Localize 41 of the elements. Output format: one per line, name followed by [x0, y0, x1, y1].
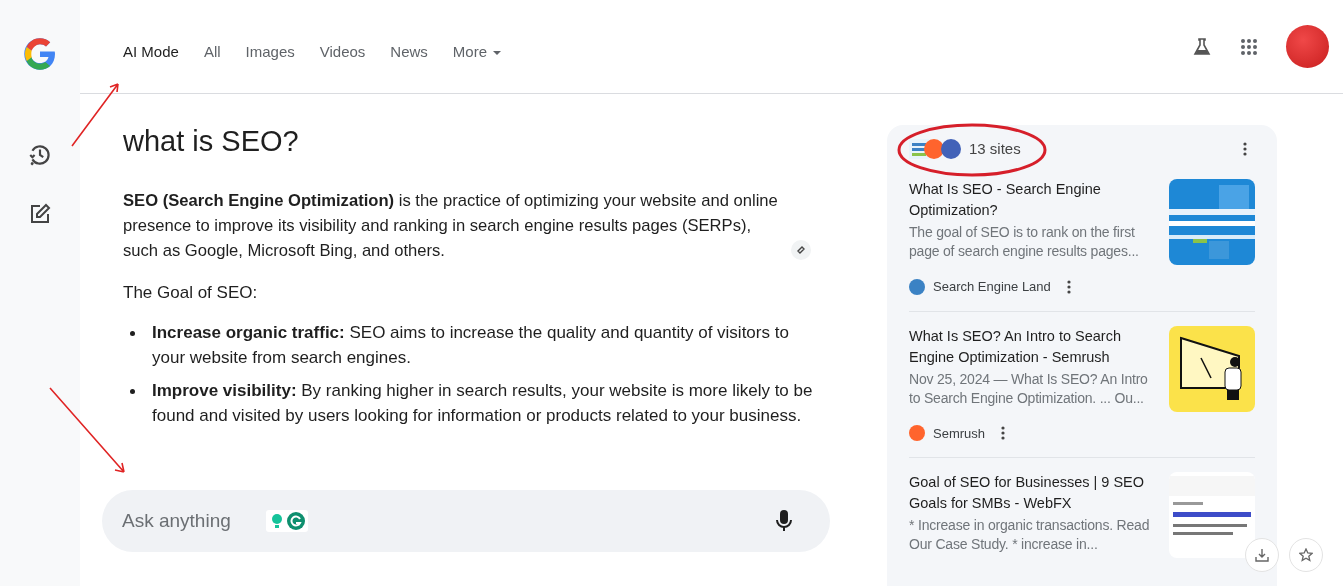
apps-grid-icon[interactable]	[1240, 37, 1258, 56]
bullet-text: Improve visibility: By ranking higher in search results, your website is more likely to be found and visited by users looking for information or products related to your business.	[152, 380, 813, 427]
query-heading: what is SEO?	[123, 124, 300, 158]
avatar[interactable]	[1286, 25, 1329, 68]
history-icon[interactable]	[27, 142, 53, 168]
bullet-icon	[130, 389, 135, 394]
nav-tab[interactable]: Videos	[319, 41, 366, 64]
site-name[interactable]: Search Engine Land	[933, 277, 1051, 297]
section-heading: The Goal of SEO:	[123, 282, 259, 304]
answer-paragraph: SEO (Search Engine Optimization) is the practice of optimizing your website and online presence to improve its visibility and ranking in search engine results pages (SERPs), such as Google, Microsoft Bing, and others.	[123, 190, 779, 262]
favorite-button[interactable]	[1289, 538, 1323, 572]
site-name[interactable]: Semrush	[933, 423, 986, 443]
source-title[interactable]: What Is SEO? An Intro to Search Engine Optimization - Semrush	[909, 325, 1161, 368]
nav-tab[interactable]: AI Mode	[123, 41, 179, 64]
source-snippet: Nov 25, 2024 — What Is SEO? An Intro to Search Engine Optimization. ... Ou...	[909, 369, 1149, 408]
more-options-icon[interactable]	[1243, 142, 1247, 156]
nav-tab[interactable]: All	[203, 41, 221, 64]
more-menu-button[interactable]: More	[452, 41, 502, 64]
site-favicons-icon[interactable]	[909, 137, 963, 161]
source-title[interactable]: Goal of SEO for Businesses | 9 SEO Goals for SMBs - WebFX	[909, 472, 1161, 514]
bullet-text: Increase organic traffic: SEO aims to increase the quality and quantity of visitors to your website from search engines.	[152, 322, 790, 369]
bullet-icon	[130, 331, 135, 336]
microphone-icon[interactable]	[776, 510, 792, 532]
edit-icon[interactable]	[28, 202, 52, 226]
nav-tab[interactable]: Images	[245, 41, 295, 64]
star-icon	[1299, 548, 1313, 562]
download-icon	[1255, 548, 1269, 562]
source-title[interactable]: What Is SEO - Search Engine Optimization?	[909, 179, 1161, 221]
source-snippet: * Increase in organic transactions. Read Our Case Study. * increase in...	[909, 516, 1151, 554]
sites-count[interactable]: 13 sites	[969, 137, 1021, 161]
google-logo-icon[interactable]	[22, 36, 58, 72]
more-options-icon[interactable]	[1001, 426, 1006, 441]
ask-field[interactable]: Ask anything	[122, 506, 262, 536]
caret-icon	[493, 50, 502, 55]
link-icon[interactable]	[791, 240, 811, 260]
extension-icons[interactable]	[266, 510, 308, 532]
flask-icon[interactable]	[1192, 36, 1212, 57]
source-snippet: The goal of SEO is to rank on the first page of search engine results pages...	[909, 223, 1140, 261]
more-options-icon[interactable]	[1066, 279, 1071, 294]
nav-tab[interactable]: News	[390, 41, 428, 64]
annotation-arrow	[70, 80, 122, 148]
